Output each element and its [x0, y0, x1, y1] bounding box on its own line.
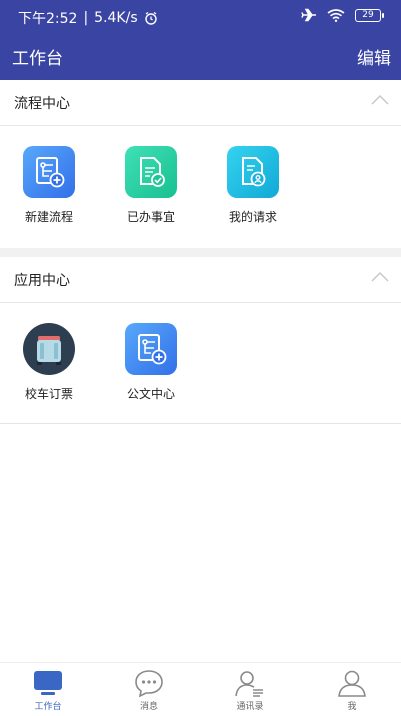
status-divider: | — [83, 10, 89, 26]
tile-label: 已办事宜 — [126, 210, 175, 224]
tile-label: 校车订票 — [24, 387, 73, 401]
new-flow-icon — [23, 146, 75, 198]
my-requests-icon — [227, 146, 279, 198]
tile-label: 公文中心 — [126, 387, 175, 401]
tab-label: 消息 — [139, 702, 158, 712]
tab-profile[interactable]: 我 — [312, 669, 392, 712]
section-title: 应用中心 — [14, 273, 70, 289]
document-center-button[interactable]: 公文中心 — [111, 323, 191, 402]
app-grid: 新建流程 已办事宜 我的请求 — [0, 126, 401, 248]
contacts-icon — [234, 669, 266, 697]
app-grid: 校车订票 公文中心 — [0, 303, 401, 425]
alarm-icon — [144, 11, 157, 25]
airplane-icon — [301, 8, 316, 22]
tile-label: 新建流程 — [24, 210, 73, 224]
section-separator — [0, 248, 401, 257]
app-center-section: 应用中心 校车订票 公文中心 — [0, 257, 401, 425]
status-right: 29 — [301, 8, 384, 22]
workbench-icon — [32, 669, 64, 697]
battery-level: 29 — [362, 9, 374, 20]
content-divider — [0, 423, 401, 424]
profile-icon — [336, 669, 368, 697]
section-title: 流程中心 — [14, 96, 70, 112]
battery-icon: 29 — [355, 8, 384, 22]
status-left: 下午2:52 | 5.4K/s — [18, 8, 158, 28]
school-bus-button[interactable]: 校车订票 — [9, 323, 89, 402]
tile-label: 我的请求 — [228, 210, 277, 224]
section-header[interactable]: 应用中心 — [0, 257, 401, 303]
my-requests-button[interactable]: 我的请求 — [213, 146, 293, 225]
page-title: 工作台 — [12, 49, 63, 69]
tab-workbench[interactable]: 工作台 — [8, 669, 88, 712]
process-center-section: 流程中心 新建流程 已办事宜 我的请求 — [0, 80, 401, 248]
tab-contacts[interactable]: 通讯录 — [210, 669, 290, 712]
tab-label: 工作台 — [34, 702, 62, 712]
network-speed: 5.4K/s — [94, 10, 138, 26]
wifi-icon — [327, 8, 345, 22]
chevron-up-icon[interactable] — [371, 94, 389, 106]
school-bus-icon — [23, 323, 75, 375]
tab-messages[interactable]: 消息 — [109, 669, 189, 712]
edit-button[interactable]: 编辑 — [357, 44, 391, 69]
status-bar: 下午2:52 | 5.4K/s 29 — [0, 0, 401, 34]
done-items-icon — [125, 146, 177, 198]
section-header[interactable]: 流程中心 — [0, 80, 401, 126]
chevron-up-icon[interactable] — [371, 271, 389, 283]
new-flow-button[interactable]: 新建流程 — [9, 146, 89, 225]
tab-label: 我 — [347, 702, 357, 712]
done-items-button[interactable]: 已办事宜 — [111, 146, 191, 225]
message-icon — [133, 669, 165, 697]
bottom-tab-bar: 工作台 消息 通讯录 我 — [0, 662, 401, 716]
tab-label: 通讯录 — [236, 702, 264, 712]
app-header: 下午2:52 | 5.4K/s 29 工作台 编辑 — [0, 0, 401, 80]
document-center-icon — [125, 323, 177, 375]
status-time: 下午2:52 — [18, 11, 78, 27]
